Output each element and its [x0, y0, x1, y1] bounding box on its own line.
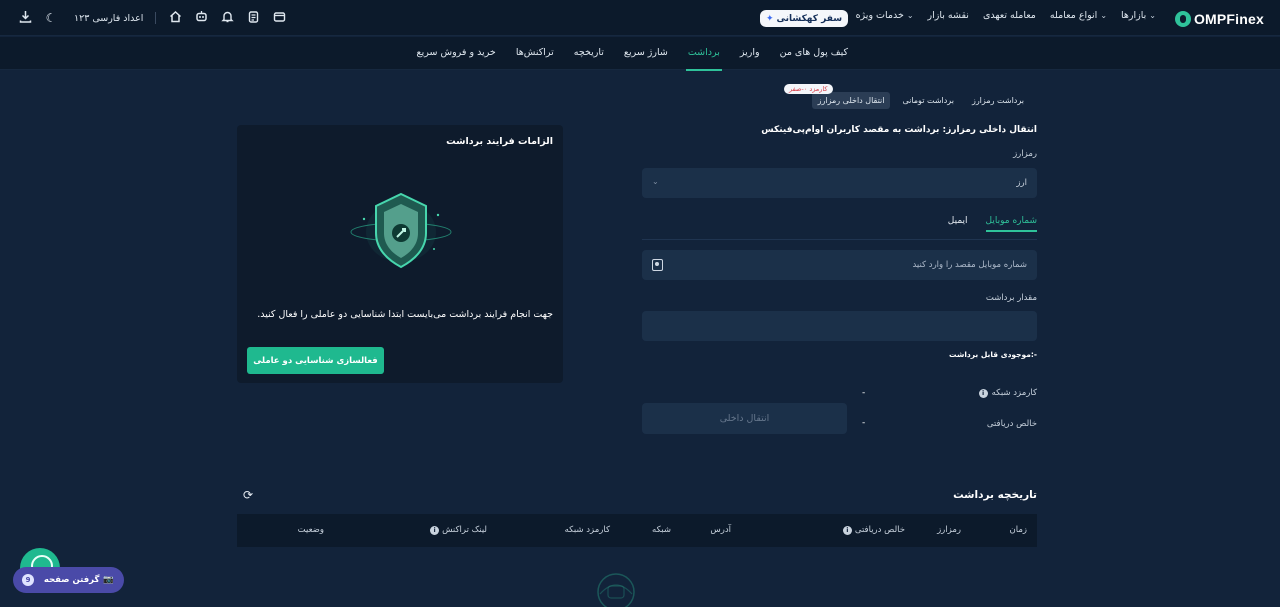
capture-page-button[interactable]: 9 گرفتن صفحه 📷 — [13, 567, 124, 593]
download-icon[interactable] — [18, 10, 32, 26]
enable-2fa-button[interactable]: فعالسازی شناسایی دو عاملی — [247, 347, 384, 374]
contact-type-tabs: شماره موبایل ایمیل — [948, 216, 1038, 232]
chevron-down-icon: ⌄ — [906, 11, 914, 20]
tab-history[interactable]: تاریخچه — [574, 47, 604, 58]
wallet-subnav: کیف پول های من واریز برداشت شارژ سریع تا… — [0, 37, 1280, 71]
nav-item-markets[interactable]: بازارها ⌄ — [1121, 10, 1156, 21]
withdraw-requirements-card: الزامات فرایند برداشت جهت انجام فرایند ب… — [237, 125, 563, 383]
column-network-fee: کارمزد شبکه — [564, 525, 610, 535]
column-tx-link: لینک تراکنش i — [430, 525, 487, 535]
chevron-down-icon: ⌄ — [652, 177, 659, 186]
crypto-label: رمزارز — [1013, 149, 1037, 159]
chevron-down-icon: ⌄ — [1149, 11, 1156, 20]
column-time: زمان — [1009, 525, 1028, 535]
requirements-text: جهت انجام فرایند برداشت می‌بایست ابتدا ش… — [257, 309, 553, 320]
zero-fee-badge: کارمزد ۰-صفر — [784, 84, 833, 94]
nav-item-market-map[interactable]: نقشه بازار — [928, 10, 969, 21]
brand-logo[interactable]: OMPFinex — [1174, 10, 1264, 28]
tab-internal-transfer[interactable]: انتقال داخلی رمزارز — [811, 92, 891, 109]
wallet-icon[interactable] — [272, 10, 286, 26]
robot-icon[interactable] — [194, 10, 208, 26]
column-address: آدرس — [710, 525, 731, 535]
column-net-received: خالص دریافتی i — [842, 525, 905, 535]
net-received-value: - — [862, 418, 866, 428]
info-icon[interactable]: i — [842, 525, 852, 535]
tab-transactions[interactable]: تراکنش‌ها — [516, 47, 554, 58]
nav-item-label: نقشه بازار — [927, 10, 969, 21]
column-label: لینک تراکنش — [442, 525, 487, 535]
persian-digits-toggle[interactable]: اعداد فارسی ۱۲۳ — [74, 13, 143, 24]
notification-count: 9 — [22, 574, 34, 586]
net-received-label: خالص دریافتی — [986, 419, 1037, 429]
crypto-select[interactable]: ارز ⌄ — [642, 168, 1037, 198]
info-icon[interactable]: i — [430, 525, 440, 535]
amount-input[interactable] — [642, 311, 1037, 341]
tab-mobile[interactable]: شماره موبایل — [985, 216, 1038, 232]
nav-item-label: انواع معامله — [1049, 10, 1098, 21]
screenshot-icon: 📷 — [103, 575, 114, 585]
tab-my-wallets[interactable]: کیف پول های من — [780, 47, 848, 58]
column-label: خالص دریافتی — [854, 525, 905, 535]
tab-quick-trade[interactable]: خرید و فروش سریع — [417, 47, 496, 58]
tab-toman-withdraw[interactable]: برداشت تومانی — [896, 92, 960, 109]
orders-icon[interactable] — [246, 10, 260, 26]
form-title: انتقال داخلی رمزارز: برداشت به مقصد کارب… — [761, 125, 1037, 135]
tab-crypto-withdraw[interactable]: برداشت رمزارز — [966, 92, 1030, 109]
home-icon[interactable] — [168, 10, 182, 26]
nav-item-margin-trade[interactable]: معامله تعهدی — [983, 10, 1036, 21]
network-fee-value: - — [862, 388, 866, 398]
network-fee-label: کارمزد شبکه — [991, 388, 1037, 398]
internal-transfer-button[interactable]: انتقال داخلی — [642, 403, 847, 434]
star-icon: ✦ — [766, 13, 774, 24]
withdraw-history-title: تاریخچه برداشت — [953, 489, 1037, 501]
main-nav: بازارها ⌄ انواع معامله ⌄ معامله تعهدی نق… — [856, 10, 1156, 21]
column-network: شبکه — [652, 525, 671, 535]
requirements-title: الزامات فرایند برداشت — [446, 136, 553, 147]
brand-name: OMPFinex — [1193, 11, 1264, 27]
available-balance: موجودی قابل برداشت:- — [949, 350, 1037, 359]
refresh-icon[interactable]: ⟳ — [243, 488, 253, 502]
empty-state-illustration — [586, 564, 646, 607]
column-status: وضعیت — [297, 525, 324, 535]
nav-item-label: معامله تعهدی — [982, 10, 1036, 21]
top-navbar: OMPFinex بازارها ⌄ انواع معامله ⌄ معامله… — [0, 0, 1280, 36]
moon-icon[interactable]: ☾ — [44, 11, 58, 25]
network-fee-row: کارمزد شبکه i — [978, 388, 1037, 398]
nav-item-trade-types[interactable]: انواع معامله ⌄ — [1050, 10, 1107, 21]
contact-book-icon[interactable] — [652, 259, 663, 271]
withdraw-type-tabs: برداشت رمزارز برداشت تومانی انتقال داخلی… — [811, 92, 1030, 109]
tab-withdraw[interactable]: برداشت — [685, 47, 722, 71]
nav-item-label: بازارها — [1121, 10, 1147, 21]
column-crypto: رمزارز — [937, 525, 961, 535]
nav-item-label: خدمات ویژه — [855, 10, 904, 21]
crypto-select-placeholder: ارز — [1016, 178, 1027, 188]
chevron-down-icon: ⌄ — [1100, 11, 1108, 20]
shield-icon — [346, 187, 456, 277]
mobile-input[interactable]: شماره موبایل مقصد را وارد کنید — [642, 250, 1037, 280]
divider — [155, 12, 157, 24]
utility-bar: ☾ اعداد فارسی ۱۲۳ — [18, 10, 286, 26]
tabs-divider — [642, 239, 1037, 240]
info-icon[interactable]: i — [978, 388, 988, 398]
galaxy-journey-button[interactable]: ✦ سفر کهکشانی — [760, 10, 849, 27]
galaxy-button-label: سفر کهکشانی — [776, 13, 843, 24]
tab-deposit[interactable]: واریز — [740, 47, 760, 58]
logo-icon — [1174, 11, 1191, 27]
nav-item-special-services[interactable]: خدمات ویژه ⌄ — [856, 10, 914, 21]
bell-icon[interactable] — [220, 10, 234, 26]
mobile-input-placeholder: شماره موبایل مقصد را وارد کنید — [912, 260, 1027, 270]
history-table-header: زمان رمزارز خالص دریافتی i آدرس شبکه کار… — [237, 514, 1037, 547]
amount-label: مقدار برداشت — [985, 293, 1037, 303]
tab-email[interactable]: ایمیل — [948, 216, 968, 232]
capture-page-label: گرفتن صفحه — [43, 575, 100, 585]
tab-quick-charge[interactable]: شارژ سریع — [624, 47, 668, 58]
